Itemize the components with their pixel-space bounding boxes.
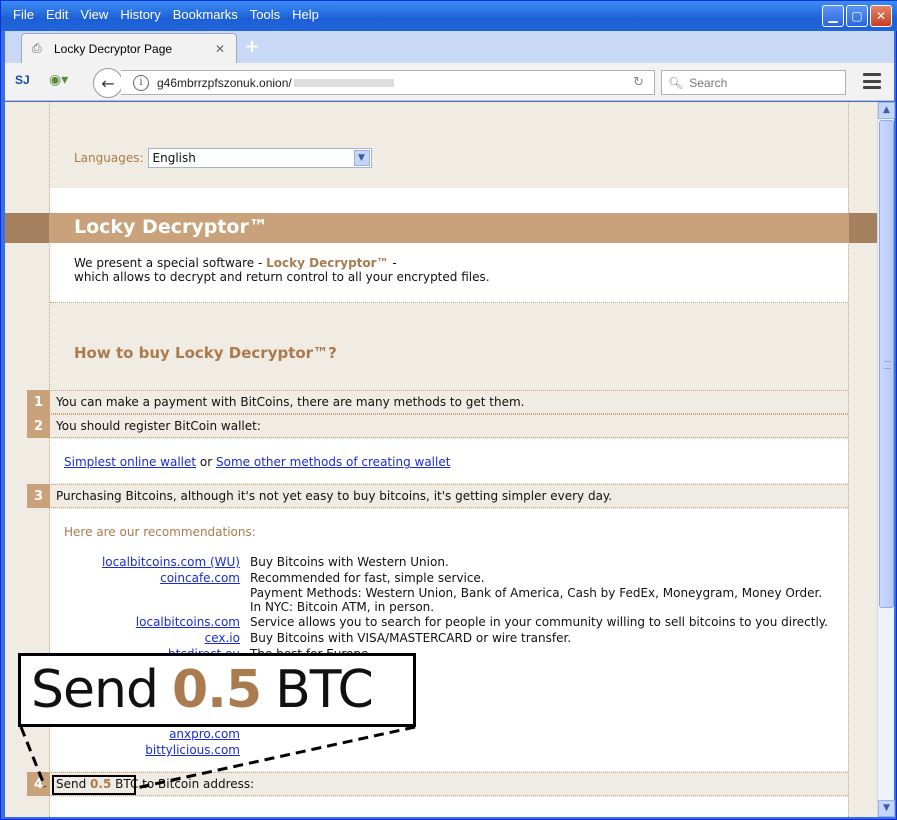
info-icon[interactable]: i [133,74,149,91]
window-controls: ▁ ▢ ✕ [822,5,892,27]
tab-locky-decryptor[interactable]: ⎙ Locky Decryptor Page ✕ [21,33,237,63]
languages-label: Languages: [74,151,144,165]
language-select[interactable]: English ▼ [147,148,372,168]
vertical-scrollbar[interactable]: ▲ ▼ [877,102,895,817]
recommendations-title: Here are our recommendations: [64,525,256,539]
menu-bar: File Edit View History Bookmarks Tools H… [7,5,325,24]
hamburger-menu-icon[interactable] [863,73,881,89]
back-button[interactable]: ← [93,68,123,98]
intro-section: We present a special software - Locky De… [50,188,848,303]
rec-desc: Recommended for fast, simple service. [250,571,485,585]
new-tab-button[interactable]: + [241,37,263,59]
zoom-send: Send [31,660,159,720]
howto-heading: How to buy Locky Decryptor™? [74,344,337,362]
title-bar: File Edit View History Bookmarks Tools H… [1,1,897,31]
step-2: 2 You should register BitCoin wallet: [27,414,848,438]
scroll-down-icon[interactable]: ▼ [878,800,895,817]
tab-title: Locky Decryptor Page [54,41,173,56]
address-bar[interactable]: i g46mbrrzpfszonuk.onion/ ↻ [121,70,655,95]
tab-strip: ⎙ Locky Decryptor Page ✕ + [5,31,894,63]
zoom-btc: BTC [275,660,374,720]
intro-product-name: Locky Decryptor™ [266,256,389,270]
maximize-button[interactable]: ▢ [846,5,868,27]
rec-site-link[interactable]: bittylicious.com [145,743,240,757]
search-placeholder: Search [689,75,728,90]
reload-icon[interactable]: ↻ [633,75,644,90]
back-arrow-icon: ← [101,73,115,93]
rec-desc: Buy Bitcoins with VISA/MASTERCARD or wir… [250,631,572,645]
menu-file[interactable]: File [7,5,40,24]
wallet-links: Simplest online wallet or Some other met… [64,455,451,469]
menu-history[interactable]: History [114,5,166,24]
menu-view[interactable]: View [74,5,114,24]
step-4: 4 Send 0.5 BTC to Bitcoin address: [27,772,848,796]
close-tab-icon[interactable]: ✕ [212,42,228,56]
simplest-wallet-link[interactable]: Simplest online wallet [64,455,196,469]
menu-tools[interactable]: Tools [244,5,286,24]
step-text: Purchasing Bitcoins, although it's not y… [56,489,613,503]
rec-desc: Service allows you to search for people … [250,615,828,629]
step-number: 3 [27,484,50,508]
search-box[interactable]: 🔍︎ Search [661,70,846,95]
step-number: 4 [27,772,50,796]
page-icon: ⎙ [32,40,42,55]
menu-help[interactable]: Help [286,5,325,24]
minimize-button[interactable]: ▁ [822,5,844,27]
language-selected: English [152,151,196,165]
chevron-down-icon[interactable]: ▼ [353,150,370,166]
url-redacted [293,78,394,87]
step-number: 2 [27,414,50,438]
banner-right-cap [849,213,877,243]
zoom-amount: 0.5 [171,660,262,720]
step-text: You should register BitCoin wallet: [56,419,261,433]
banner-left-cap [5,213,49,243]
address-section [50,797,848,817]
step-3: 3 Purchasing Bitcoins, although it's not… [27,484,848,508]
wallet-section: Simplest online wallet or Some other met… [50,439,848,483]
rec-site-link[interactable]: localbitcoins.com (WU) [102,555,240,569]
intro-text: We present a special software - Locky De… [74,256,490,284]
step-text: You can make a payment with BitCoins, th… [56,395,525,409]
sj-extension-icon[interactable]: SJ [15,73,33,91]
title-banner: Locky Decryptor™ [5,213,877,243]
language-picker: Languages: English ▼ [74,148,372,168]
step-1: 1 You can make a payment with BitCoins, … [27,390,848,414]
url-text: g46mbrrzpfszonuk.onion/ [157,75,292,90]
search-icon: 🔍︎ [668,75,684,90]
rec-site-link[interactable]: coincafe.com [160,571,240,585]
recommendations-section: Here are our recommendations: localbitco… [50,509,848,771]
lang-section: Languages: English ▼ [50,102,848,188]
other-wallet-methods-link[interactable]: Some other methods of creating wallet [216,455,450,469]
step-number: 1 [27,390,50,414]
close-window-button[interactable]: ✕ [870,5,892,27]
zoom-callout: Send 0.5 BTC [18,653,416,727]
scroll-thumb[interactable] [879,120,894,608]
navigation-bar: SJ ◉▾ ← i g46mbrrzpfszonuk.onion/ ↻ 🔍︎ S… [5,63,894,101]
browser-window: File Edit View History Bookmarks Tools H… [0,0,897,820]
rec-site-link[interactable]: cex.io [205,631,240,645]
rec-desc: Payment Methods: Western Union, Bank of … [250,586,823,614]
scroll-up-icon[interactable]: ▲ [878,102,895,119]
menu-edit[interactable]: Edit [40,5,74,24]
rec-site-link[interactable]: anxpro.com [169,727,240,741]
page-title: Locky Decryptor™ [74,216,268,238]
menu-bookmarks[interactable]: Bookmarks [167,5,244,24]
tor-onion-icon[interactable]: ◉▾ [49,72,79,92]
send-highlight-box [52,775,136,795]
rec-site-link[interactable]: localbitcoins.com [136,615,240,629]
rec-desc: Buy Bitcoins with Western Union. [250,555,449,569]
